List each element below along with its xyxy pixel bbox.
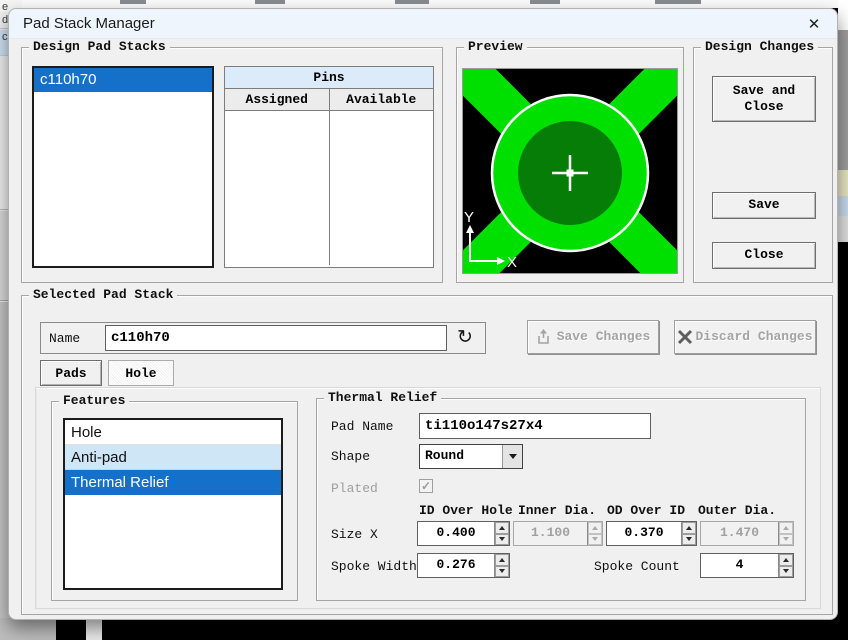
selected-pad-stack-group: Selected Pad Stack Name c110h70 ↻ Save C… bbox=[21, 295, 833, 615]
design-pad-stacks-group: Design Pad Stacks c110h70 Pins Assigned … bbox=[21, 47, 443, 283]
tab-hole[interactable]: Hole bbox=[108, 360, 174, 386]
outer-dia-field: 1.470 bbox=[700, 521, 794, 546]
list-item-hole[interactable]: Hole bbox=[65, 420, 281, 445]
spinner-buttons bbox=[778, 522, 793, 545]
upload-icon bbox=[536, 329, 551, 345]
group-label: Features bbox=[59, 393, 129, 408]
background-menubar-sliver bbox=[0, 0, 848, 8]
pins-header: Pins bbox=[225, 67, 433, 89]
col-header-outer-dia: Outer Dia. bbox=[698, 503, 776, 518]
list-item[interactable]: c110h70 bbox=[34, 68, 212, 92]
x-icon bbox=[677, 329, 693, 345]
name-row: Name c110h70 ↻ bbox=[40, 322, 486, 354]
thermal-relief-group: Thermal Relief Pad Name ti110o147s27x4 S… bbox=[316, 398, 806, 601]
pad-preview-graphic: Y X bbox=[463, 69, 677, 273]
spinner-buttons[interactable] bbox=[494, 554, 509, 577]
inner-dia-field: 1.100 bbox=[513, 521, 603, 546]
od-over-id-field[interactable]: 0.370 bbox=[606, 521, 697, 546]
background-sliver bbox=[838, 0, 848, 30]
dialog-title: Pad Stack Manager bbox=[23, 15, 155, 32]
name-label: Name bbox=[49, 331, 105, 346]
group-label: Design Changes bbox=[701, 39, 818, 54]
column-header-available: Available bbox=[330, 89, 434, 110]
background-strip bbox=[86, 618, 102, 640]
axis-y-label: Y bbox=[464, 209, 474, 226]
background-canvas bbox=[102, 618, 848, 640]
spinner-buttons[interactable] bbox=[494, 522, 509, 545]
menu-fragment bbox=[395, 0, 429, 4]
pad-name-input[interactable]: ti110o147s27x4 bbox=[419, 413, 651, 439]
menu-fragment bbox=[255, 0, 285, 4]
spoke-count-field[interactable]: 4 bbox=[700, 553, 794, 578]
field-value[interactable]: 0.400 bbox=[418, 522, 494, 545]
name-input[interactable]: c110h70 bbox=[105, 325, 447, 351]
spoke-width-label: Spoke Width bbox=[331, 559, 417, 574]
available-pins-list[interactable] bbox=[330, 111, 434, 265]
close-icon[interactable]: ✕ bbox=[797, 11, 831, 37]
axis-x-label: X bbox=[507, 254, 517, 271]
pad-stack-list[interactable]: c110h70 bbox=[32, 66, 214, 268]
design-changes-group: Design Changes Save and Close Save Close bbox=[693, 47, 833, 283]
plated-checkbox: ✓ bbox=[419, 479, 433, 493]
screen: e do co Pad Stack Manager ✕ Design Pad S… bbox=[0, 0, 848, 640]
background-canvas bbox=[838, 242, 848, 640]
spoke-count-label: Spoke Count bbox=[594, 559, 680, 574]
save-and-close-button[interactable]: Save and Close bbox=[712, 76, 816, 122]
menu-fragment bbox=[655, 0, 701, 4]
titlebar[interactable]: Pad Stack Manager ✕ bbox=[9, 9, 837, 39]
save-button[interactable]: Save bbox=[712, 192, 816, 219]
shape-dropdown[interactable]: Round bbox=[419, 444, 523, 469]
list-item-anti-pad[interactable]: Anti-pad bbox=[65, 445, 281, 470]
group-label: Preview bbox=[464, 39, 527, 54]
field-value[interactable]: 4 bbox=[701, 554, 778, 577]
menu-fragment bbox=[530, 0, 560, 4]
chevron-down-icon[interactable] bbox=[502, 445, 522, 468]
background-strip bbox=[56, 618, 86, 640]
save-changes-label: Save Changes bbox=[557, 329, 651, 345]
pad-name-label: Pad Name bbox=[331, 419, 393, 434]
group-label: Selected Pad Stack bbox=[29, 287, 177, 302]
background-sliver bbox=[838, 170, 848, 196]
background-sliver bbox=[838, 196, 848, 216]
refresh-icon[interactable]: ↻ bbox=[447, 324, 483, 352]
group-label: Design Pad Stacks bbox=[29, 39, 170, 54]
size-x-id-over-hole-field[interactable]: 0.400 bbox=[417, 521, 510, 546]
shape-label: Shape bbox=[331, 449, 370, 464]
assigned-pins-list[interactable] bbox=[225, 111, 330, 265]
pad-stack-manager-dialog: Pad Stack Manager ✕ Design Pad Stacks c1… bbox=[8, 8, 838, 620]
col-header-od-over-id: OD Over ID bbox=[607, 503, 685, 518]
col-header-inner-dia: Inner Dia. bbox=[518, 503, 596, 518]
discard-changes-label: Discard Changes bbox=[695, 329, 812, 345]
preview-group: Preview bbox=[456, 47, 684, 283]
menu-fragment bbox=[120, 0, 146, 4]
tab-pads[interactable]: Pads bbox=[40, 360, 102, 386]
features-group: Features Hole Anti-pad Thermal Relief bbox=[51, 401, 298, 601]
group-label: Thermal Relief bbox=[324, 390, 441, 405]
field-value[interactable]: 0.276 bbox=[418, 554, 494, 577]
features-list[interactable]: Hole Anti-pad Thermal Relief bbox=[63, 418, 283, 590]
discard-changes-button[interactable]: Discard Changes bbox=[674, 320, 816, 354]
save-changes-button[interactable]: Save Changes bbox=[527, 320, 659, 354]
spoke-width-field[interactable]: 0.276 bbox=[417, 553, 510, 578]
shape-value: Round bbox=[420, 445, 502, 468]
background-sliver bbox=[838, 30, 848, 170]
field-value: 1.100 bbox=[514, 522, 587, 545]
hole-tab-page: Features Hole Anti-pad Thermal Relief Th… bbox=[35, 387, 821, 609]
field-value[interactable]: 0.370 bbox=[607, 522, 681, 545]
list-item-thermal-relief[interactable]: Thermal Relief bbox=[65, 470, 281, 495]
size-x-label: Size X bbox=[331, 527, 378, 542]
pad-preview-canvas: Y X bbox=[462, 68, 678, 274]
col-header-id-over-hole: ID Over Hole bbox=[419, 503, 513, 518]
pins-table[interactable]: Pins Assigned Available bbox=[224, 66, 434, 268]
background-strip bbox=[0, 618, 56, 640]
plated-label: Plated bbox=[331, 481, 378, 496]
background-sliver bbox=[838, 216, 848, 242]
spinner-buttons bbox=[587, 522, 602, 545]
spinner-buttons[interactable] bbox=[681, 522, 696, 545]
close-button[interactable]: Close bbox=[712, 242, 816, 269]
column-header-assigned: Assigned bbox=[225, 89, 330, 110]
spinner-buttons[interactable] bbox=[778, 554, 793, 577]
field-value: 1.470 bbox=[701, 522, 778, 545]
